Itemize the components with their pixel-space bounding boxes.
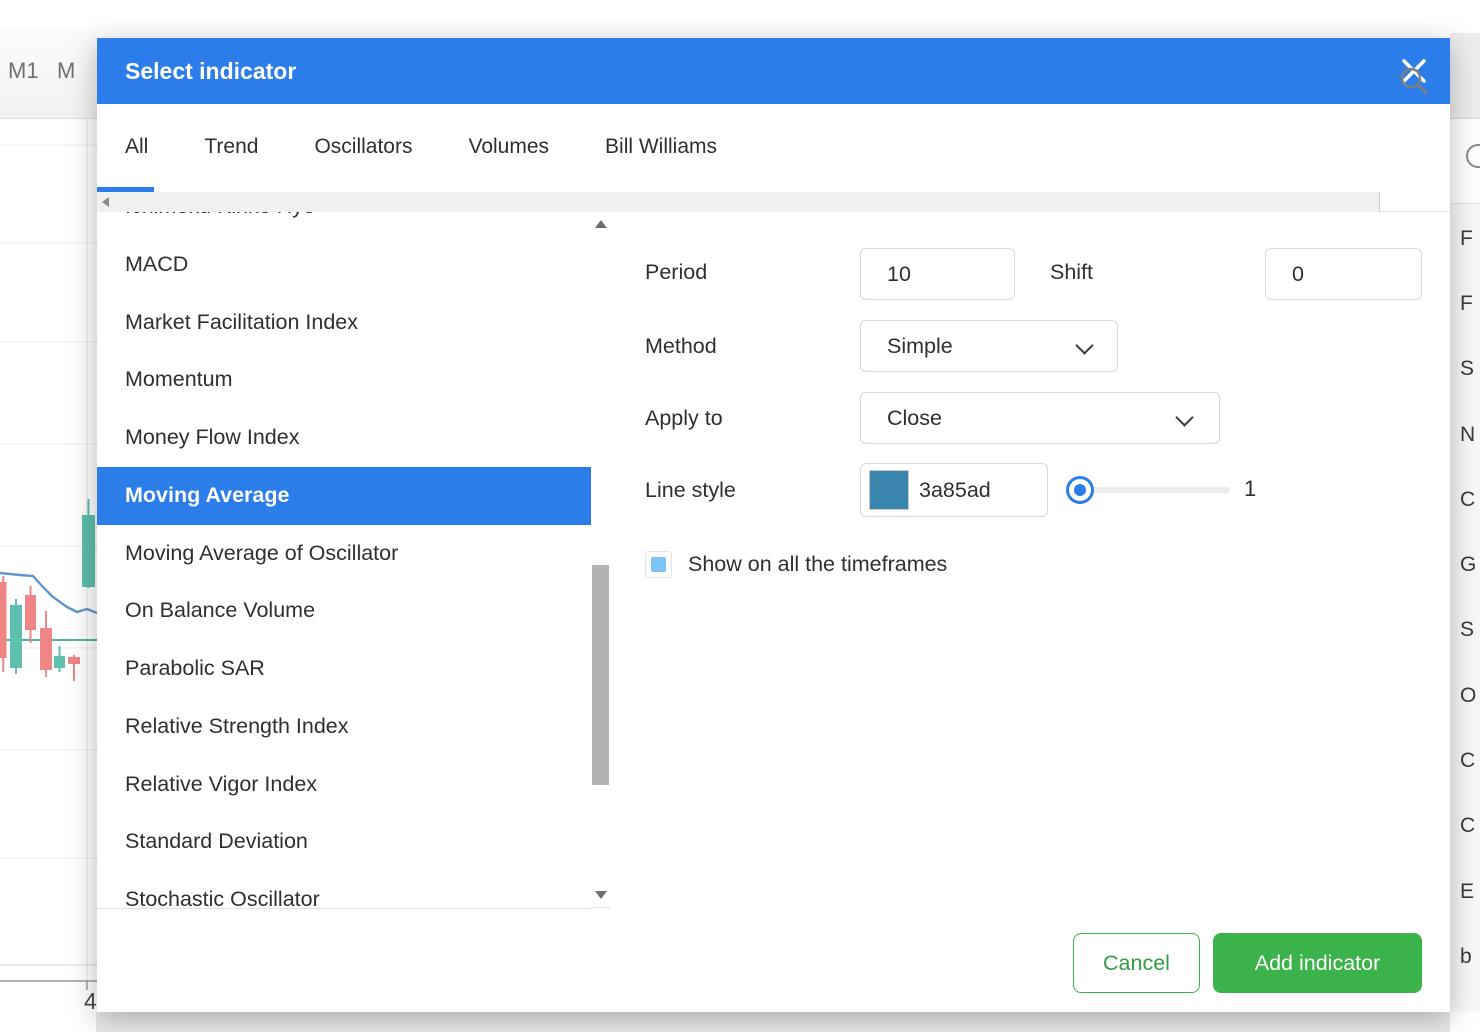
search-icon[interactable] xyxy=(1398,65,1430,97)
indicator-list: Ichimoku Kinko HyoMACDMarket Facilitatio… xyxy=(97,212,591,909)
scroll-up-icon[interactable] xyxy=(595,220,607,228)
chevron-down-icon xyxy=(1175,408,1193,426)
dialog-title: Select indicator xyxy=(125,38,296,104)
indicator-list-item[interactable]: Market Facilitation Index xyxy=(97,294,591,352)
method-label: Method xyxy=(645,334,717,359)
indicator-list-item[interactable]: Stochastic Oscillator xyxy=(97,871,591,909)
search-icon xyxy=(1466,144,1480,168)
indicator-list-item[interactable]: Momentum xyxy=(97,351,591,409)
indicator-list-item[interactable]: Standard Deviation xyxy=(97,813,591,871)
line-width-value: 1 xyxy=(1244,476,1256,502)
line-width-slider-track[interactable] xyxy=(1080,487,1230,493)
background-letter: C xyxy=(1460,749,1480,773)
background-right-sliver: F F S N C G S O C C Eb xyxy=(1450,0,1480,1032)
background-letter: C xyxy=(1460,814,1480,838)
method-value: Simple xyxy=(887,321,953,371)
show-all-timeframes-label: Show on all the timeframes xyxy=(688,552,947,577)
background-letter: F xyxy=(1460,227,1480,251)
list-scrollbar[interactable] xyxy=(591,212,611,908)
apply-to-select[interactable]: Close xyxy=(860,392,1220,444)
tab-scrollbar[interactable] xyxy=(97,192,1380,212)
background-letter: S xyxy=(1460,618,1480,642)
tab[interactable]: Oscillators xyxy=(286,104,440,192)
method-select[interactable]: Simple xyxy=(860,320,1118,372)
page-bottom-scrollbar[interactable] xyxy=(96,1012,1480,1032)
line-color-picker[interactable]: 3a85ad xyxy=(860,463,1048,517)
candlestick-chart xyxy=(0,118,97,1032)
apply-to-label: Apply to xyxy=(645,406,723,431)
time-axis-label: 4 xyxy=(84,988,97,1015)
cancel-button[interactable]: Cancel xyxy=(1073,933,1200,993)
background-letter: G xyxy=(1460,553,1480,577)
indicator-list-item[interactable]: Moving Average of Oscillator xyxy=(97,525,591,583)
indicator-list-item[interactable]: Parabolic SAR xyxy=(97,640,591,698)
line-width-slider-thumb[interactable] xyxy=(1066,476,1094,504)
select-indicator-dialog: Select indicator AllTrendOscillatorsVolu… xyxy=(97,38,1450,1012)
indicator-list-item[interactable]: On Balance Volume xyxy=(97,582,591,640)
apply-to-value: Close xyxy=(887,393,942,443)
background-toolbar-edge xyxy=(1450,33,1480,119)
dialog-header: Select indicator xyxy=(97,38,1450,104)
background-letter: S xyxy=(1460,357,1480,381)
scroll-left-icon[interactable] xyxy=(102,197,109,207)
add-indicator-button[interactable]: Add indicator xyxy=(1213,933,1422,993)
background-letter: O xyxy=(1460,684,1480,708)
indicator-list-item[interactable]: Relative Strength Index xyxy=(97,698,591,756)
indicator-list-item[interactable]: MACD xyxy=(97,236,591,294)
tab-bar: AllTrendOscillatorsVolumesBill Williams xyxy=(97,104,1450,192)
chevron-down-icon xyxy=(1075,336,1093,354)
background-letter: E xyxy=(1460,880,1480,904)
indicator-list-item[interactable]: Ichimoku Kinko Hyo xyxy=(97,212,591,236)
indicator-list-item[interactable]: Money Flow Index xyxy=(97,409,591,467)
line-style-label: Line style xyxy=(645,478,736,503)
scrollbar-thumb[interactable] xyxy=(592,565,609,785)
checkbox-checked-mark xyxy=(651,557,666,572)
timeframe-button-m1[interactable]: M1 xyxy=(8,58,39,84)
scroll-down-icon[interactable] xyxy=(595,891,607,899)
divider xyxy=(1380,211,1450,212)
background-letter: b xyxy=(1460,945,1480,969)
shift-input[interactable] xyxy=(1265,248,1422,300)
timeframe-button-m[interactable]: M xyxy=(57,58,75,84)
background-letter: F xyxy=(1460,292,1480,316)
tab[interactable]: Bill Williams xyxy=(577,104,745,192)
color-hex-value: 3a85ad xyxy=(919,464,991,516)
indicator-list-item[interactable]: Moving Average xyxy=(97,467,591,525)
background-letter: N xyxy=(1460,423,1480,447)
screen: M1 M 4 F F S N C G S O C C Eb Select indicator All… xyxy=(0,0,1480,1032)
chart-toolbar: M1 M xyxy=(0,30,97,119)
tab[interactable]: Trend xyxy=(176,104,286,192)
show-all-timeframes-checkbox[interactable] xyxy=(645,551,672,578)
shift-label: Shift xyxy=(1050,260,1093,285)
period-label: Period xyxy=(645,260,707,285)
color-swatch xyxy=(869,470,909,510)
period-input[interactable] xyxy=(860,248,1015,300)
indicator-list-item[interactable]: Relative Vigor Index xyxy=(97,756,591,814)
tab[interactable]: Volumes xyxy=(440,104,577,192)
tab[interactable]: All xyxy=(97,104,176,192)
background-letter: C xyxy=(1460,488,1480,512)
